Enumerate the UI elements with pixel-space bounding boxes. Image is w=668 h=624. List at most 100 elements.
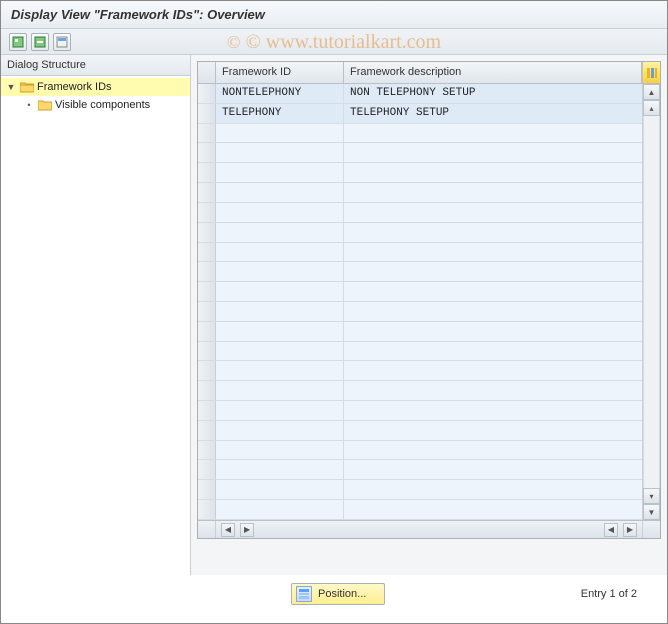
- table-row[interactable]: [198, 480, 642, 500]
- row-selector[interactable]: [198, 203, 216, 222]
- scroll-up2-icon[interactable]: ▴: [643, 100, 660, 116]
- row-selector[interactable]: [198, 421, 216, 440]
- row-selector[interactable]: [198, 480, 216, 499]
- hscroll-left2-icon[interactable]: ◀: [604, 523, 618, 537]
- row-selector[interactable]: [198, 104, 216, 123]
- table-row[interactable]: [198, 460, 642, 480]
- row-selector[interactable]: [198, 183, 216, 202]
- horizontal-scrollbar[interactable]: ◀ ▶ ◀ ▶: [198, 520, 660, 538]
- table-row[interactable]: [198, 381, 642, 401]
- column-header-framework-id[interactable]: Framework ID: [216, 62, 344, 83]
- cell-empty: [216, 500, 344, 519]
- cell-empty: [344, 302, 642, 321]
- column-header-framework-desc[interactable]: Framework description: [344, 62, 642, 83]
- table-row[interactable]: [198, 421, 642, 441]
- cell-empty: [216, 124, 344, 143]
- table-row[interactable]: [198, 163, 642, 183]
- row-selector[interactable]: [198, 302, 216, 321]
- cell-empty: [216, 401, 344, 420]
- row-selector[interactable]: [198, 460, 216, 479]
- table-row[interactable]: [198, 143, 642, 163]
- cell-empty: [216, 421, 344, 440]
- table: Framework ID Framework description NONTE…: [197, 61, 661, 539]
- table-config-icon[interactable]: [642, 62, 660, 83]
- cell-empty: [216, 381, 344, 400]
- tree-node-framework-ids[interactable]: ▼ Framework IDs: [1, 78, 190, 96]
- row-selector[interactable]: [198, 401, 216, 420]
- table-row[interactable]: [198, 203, 642, 223]
- cell-empty: [344, 124, 642, 143]
- table-row[interactable]: [198, 183, 642, 203]
- table-row[interactable]: [198, 342, 642, 362]
- tree-label-root: Framework IDs: [37, 81, 112, 93]
- cell-empty: [344, 243, 642, 262]
- row-selector[interactable]: [198, 262, 216, 281]
- table-row[interactable]: [198, 262, 642, 282]
- cell-empty: [344, 441, 642, 460]
- row-selector[interactable]: [198, 282, 216, 301]
- folder-open-icon: [20, 81, 34, 93]
- position-button[interactable]: Position...: [291, 583, 385, 605]
- tree-toggle-icon[interactable]: ▼: [5, 82, 17, 92]
- cell-empty: [344, 480, 642, 499]
- row-selector[interactable]: [198, 500, 216, 519]
- cell-empty: [344, 361, 642, 380]
- table-row[interactable]: NONTELEPHONYNON TELEPHONY SETUP: [198, 84, 642, 104]
- row-selector[interactable]: [198, 223, 216, 242]
- table-header: Framework ID Framework description: [198, 62, 660, 84]
- toolbar-btn-2[interactable]: [31, 33, 49, 51]
- dialog-structure-panel: Dialog Structure ▼ Framework IDs • Visib…: [1, 55, 191, 575]
- cell-empty: [216, 223, 344, 242]
- cell-framework-id: NONTELEPHONY: [216, 84, 344, 103]
- scroll-up-icon[interactable]: ▲: [643, 84, 660, 100]
- table-row[interactable]: [198, 322, 642, 342]
- cell-empty: [344, 500, 642, 519]
- row-selector[interactable]: [198, 124, 216, 143]
- hscroll-left-icon[interactable]: ◀: [221, 523, 235, 537]
- cell-empty: [344, 322, 642, 341]
- table-row[interactable]: [198, 302, 642, 322]
- cell-empty: [216, 282, 344, 301]
- row-selector[interactable]: [198, 342, 216, 361]
- position-icon: [296, 586, 312, 602]
- position-button-label: Position...: [318, 588, 366, 600]
- cell-empty: [344, 381, 642, 400]
- row-selector[interactable]: [198, 361, 216, 380]
- row-selector[interactable]: [198, 441, 216, 460]
- scroll-down-icon[interactable]: ▼: [643, 504, 660, 520]
- toolbar-btn-3[interactable]: [53, 33, 71, 51]
- table-row[interactable]: [198, 243, 642, 263]
- cell-empty: [216, 342, 344, 361]
- cell-empty: [216, 480, 344, 499]
- table-row[interactable]: [198, 441, 642, 461]
- entry-counter: Entry 1 of 2: [581, 588, 637, 600]
- grid-panel: Framework ID Framework description NONTE…: [191, 55, 667, 575]
- table-row[interactable]: [198, 124, 642, 144]
- table-row[interactable]: [198, 361, 642, 381]
- cell-framework-desc: NON TELEPHONY SETUP: [344, 84, 642, 103]
- table-row[interactable]: [198, 500, 642, 520]
- table-row[interactable]: [198, 223, 642, 243]
- scroll-down2-icon[interactable]: ▾: [643, 488, 660, 504]
- row-selector[interactable]: [198, 243, 216, 262]
- row-selector[interactable]: [198, 84, 216, 103]
- cell-empty: [216, 460, 344, 479]
- table-row[interactable]: TELEPHONYTELEPHONY SETUP: [198, 104, 642, 124]
- tree-node-visible-components[interactable]: • Visible components: [1, 96, 190, 114]
- vertical-scrollbar[interactable]: ▲ ▴ ▾ ▼: [642, 84, 660, 520]
- row-selector[interactable]: [198, 381, 216, 400]
- row-selector[interactable]: [198, 143, 216, 162]
- table-row[interactable]: [198, 282, 642, 302]
- toolbar: [1, 29, 667, 55]
- row-selector[interactable]: [198, 322, 216, 341]
- toolbar-btn-1[interactable]: [9, 33, 27, 51]
- row-selector[interactable]: [198, 163, 216, 182]
- cell-empty: [344, 342, 642, 361]
- hscroll-right2-icon[interactable]: ▶: [623, 523, 637, 537]
- cell-empty: [216, 203, 344, 222]
- row-selector-header[interactable]: [198, 62, 216, 83]
- hscroll-right-icon[interactable]: ▶: [240, 523, 254, 537]
- table-row[interactable]: [198, 401, 642, 421]
- cell-framework-id: TELEPHONY: [216, 104, 344, 123]
- tree-bullet-icon: •: [23, 100, 35, 110]
